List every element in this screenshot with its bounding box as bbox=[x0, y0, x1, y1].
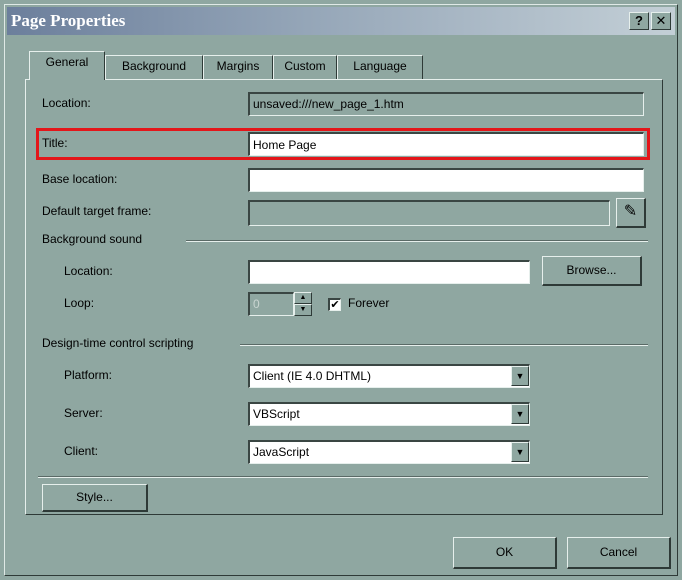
design-time-group-label: Design-time control scripting bbox=[42, 336, 194, 350]
chevron-down-icon[interactable]: ▼ bbox=[511, 442, 529, 462]
close-icon: ✕ bbox=[655, 13, 667, 28]
client-label: Client: bbox=[64, 444, 99, 458]
client-select[interactable]: JavaScript ▼ bbox=[248, 440, 530, 464]
window-title: Page Properties bbox=[11, 11, 126, 30]
tab-custom[interactable]: Custom bbox=[273, 55, 337, 79]
style-button[interactable]: Style... bbox=[42, 484, 148, 512]
loop-label: Loop: bbox=[64, 296, 95, 310]
default-target-frame-field bbox=[248, 200, 610, 226]
server-label: Server: bbox=[64, 406, 103, 420]
pencil-icon: ✎ bbox=[623, 203, 638, 220]
client-value: JavaScript bbox=[253, 445, 310, 459]
forever-label[interactable]: Forever bbox=[348, 296, 389, 310]
tab-background[interactable]: Background bbox=[105, 55, 203, 79]
general-panel: Location: unsaved:///new_page_1.htm Titl… bbox=[25, 79, 663, 515]
platform-select[interactable]: Client (IE 4.0 DHTML) ▼ bbox=[248, 364, 530, 388]
background-sound-divider bbox=[186, 240, 648, 242]
server-select[interactable]: VBScript ▼ bbox=[248, 402, 530, 426]
title-input[interactable] bbox=[248, 132, 644, 156]
title-bar[interactable]: Page Properties ? ✕ bbox=[7, 7, 675, 35]
browse-button[interactable]: Browse... bbox=[542, 256, 642, 286]
platform-label: Platform: bbox=[64, 368, 113, 382]
location-value: unsaved:///new_page_1.htm bbox=[248, 92, 644, 116]
help-button[interactable]: ? bbox=[629, 12, 649, 30]
tab-margins[interactable]: Margins bbox=[203, 55, 273, 79]
forever-checkbox[interactable]: ✔ bbox=[328, 298, 341, 311]
loop-value[interactable]: 0 bbox=[248, 292, 294, 316]
default-target-frame-label: Default target frame: bbox=[42, 204, 152, 218]
base-location-input[interactable] bbox=[248, 168, 644, 192]
tab-general[interactable]: General bbox=[29, 51, 105, 80]
loop-spinner[interactable]: ▲ ▼ bbox=[294, 292, 312, 316]
location-label: Location: bbox=[42, 96, 91, 110]
edit-target-frame-button[interactable]: ✎ bbox=[616, 198, 646, 228]
base-location-label: Base location: bbox=[42, 172, 118, 186]
sound-location-input[interactable] bbox=[248, 260, 530, 284]
title-label: Title: bbox=[42, 136, 68, 150]
background-sound-group-label: Background sound bbox=[42, 232, 143, 246]
page-properties-dialog: Page Properties ? ✕ General Background M… bbox=[4, 4, 678, 576]
spin-down-icon[interactable]: ▼ bbox=[294, 304, 312, 316]
chevron-down-icon[interactable]: ▼ bbox=[511, 366, 529, 386]
tab-language[interactable]: Language bbox=[337, 55, 423, 79]
cancel-button[interactable]: Cancel bbox=[567, 537, 671, 569]
platform-value: Client (IE 4.0 DHTML) bbox=[253, 369, 372, 383]
design-time-divider bbox=[240, 344, 648, 346]
sound-location-label: Location: bbox=[64, 264, 113, 278]
style-divider bbox=[38, 476, 648, 478]
checkmark-icon: ✔ bbox=[330, 299, 340, 311]
spin-up-icon[interactable]: ▲ bbox=[294, 292, 312, 304]
server-value: VBScript bbox=[253, 407, 300, 421]
close-button[interactable]: ✕ bbox=[651, 12, 671, 30]
ok-button[interactable]: OK bbox=[453, 537, 557, 569]
chevron-down-icon[interactable]: ▼ bbox=[511, 404, 529, 424]
